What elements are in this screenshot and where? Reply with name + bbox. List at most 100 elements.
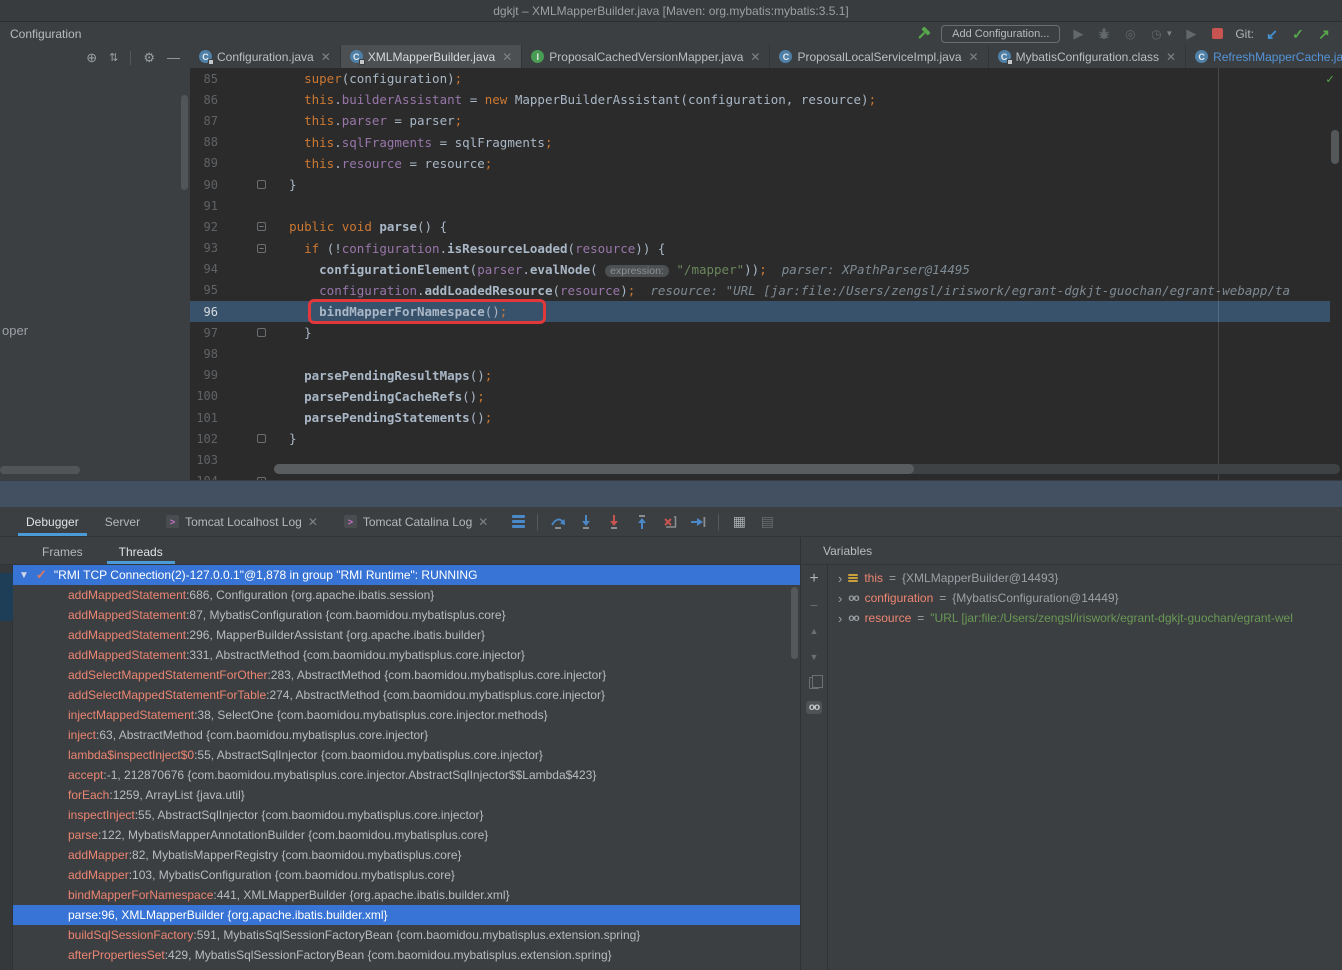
line-number[interactable]: 98 xyxy=(190,347,218,361)
line-number[interactable]: 100 xyxy=(190,389,218,403)
project-horizontal-scrollbar[interactable] xyxy=(0,466,80,474)
stack-frame-row[interactable]: addMappedStatement:686, Configuration {o… xyxy=(13,585,800,605)
stack-frame-row[interactable]: inject:63, AbstractMethod {com.baomidou.… xyxy=(13,725,800,745)
chevron-right-icon[interactable]: › xyxy=(838,611,842,626)
restore-layout-icon[interactable]: ▤ xyxy=(759,514,775,530)
stop-button[interactable] xyxy=(1209,26,1225,42)
stack-frame-row[interactable]: inspectInject:55, AbstractSqlInjector {c… xyxy=(13,805,800,825)
editor-tab[interactable]: IProposalCachedVersionMapper.java✕ xyxy=(522,45,770,68)
stack-frame-row[interactable]: addSelectMappedStatementForTable:274, Ab… xyxy=(13,685,800,705)
stack-frame-row[interactable]: afterPropertiesSet:429, MybatisSqlSessio… xyxy=(13,945,800,965)
fold-marker-icon[interactable] xyxy=(257,180,266,189)
chevron-right-icon[interactable]: › xyxy=(838,571,842,586)
git-commit-icon[interactable]: ✓ xyxy=(1290,26,1306,42)
code-line[interactable]: 91 xyxy=(190,195,1342,216)
add-watch-icon[interactable]: + xyxy=(805,571,823,587)
line-number[interactable]: 93 xyxy=(190,241,218,255)
run-icon[interactable]: ▶ xyxy=(1070,26,1086,42)
debug-stripe-button[interactable] xyxy=(0,573,13,621)
show-watches-icon[interactable]: oo xyxy=(806,701,822,714)
collapse-all-icon[interactable]: ⇅ xyxy=(109,51,118,64)
close-icon[interactable]: ✕ xyxy=(750,50,760,64)
locate-icon[interactable]: ⊕ xyxy=(86,50,97,66)
line-number[interactable]: 99 xyxy=(190,368,218,382)
fold-marker-icon[interactable]: − xyxy=(257,222,266,231)
code-line[interactable]: 92− public void parse() { xyxy=(190,216,1342,237)
editor-tab[interactable]: CMybatisConfiguration.class✕ xyxy=(989,45,1186,68)
thread-row[interactable]: ▼✓"RMI TCP Connection(2)-127.0.0.1"@1,87… xyxy=(13,565,800,585)
close-icon[interactable]: ✕ xyxy=(321,50,331,64)
stack-frame-row[interactable]: lambda$inspectInject$0:55, AbstractSqlIn… xyxy=(13,745,800,765)
git-update-icon[interactable]: ↙ xyxy=(1264,26,1280,42)
profiler-icon[interactable]: ◷ ▼ xyxy=(1148,26,1173,42)
editor-tab[interactable]: CProposalLocalServiceImpl.java✕ xyxy=(770,45,988,68)
evaluate-expression-icon[interactable]: ▦ xyxy=(731,514,747,530)
editor-tab[interactable]: CXMLMapperBuilder.java✕ xyxy=(341,45,522,68)
stack-frame-row[interactable]: parse:96, XMLMapperBuilder {org.apache.i… xyxy=(13,905,800,925)
hamburger-menu-icon[interactable] xyxy=(512,515,525,528)
close-icon[interactable]: ✕ xyxy=(308,515,318,529)
step-into-icon[interactable] xyxy=(578,514,594,530)
move-down-icon[interactable]: ▼ xyxy=(805,649,823,665)
line-number[interactable]: 103 xyxy=(190,453,218,467)
line-number[interactable]: 91 xyxy=(190,199,218,213)
code-line[interactable]: 86 this.builderAssistant = new MapperBui… xyxy=(190,89,1342,110)
code-editor[interactable]: 85 super(configuration);86 this.builderA… xyxy=(190,68,1342,480)
git-push-icon[interactable]: ↗ xyxy=(1316,26,1332,42)
stack-frame-row[interactable]: buildSqlSessionFactory:591, MybatisSqlSe… xyxy=(13,925,800,945)
hide-panel-icon[interactable]: — xyxy=(167,50,180,65)
code-line[interactable]: 102 } xyxy=(190,428,1342,449)
editor-debugger-splitter[interactable] xyxy=(0,480,1342,507)
stack-frame-row[interactable]: addMappedStatement:296, MapperBuilderAss… xyxy=(13,625,800,645)
add-configuration-button[interactable]: Add Configuration... xyxy=(941,25,1060,43)
fold-marker-icon[interactable]: + xyxy=(257,477,266,480)
line-number[interactable]: 86 xyxy=(190,93,218,107)
code-line[interactable]: 94 configurationElement(parser.evalNode(… xyxy=(190,259,1342,280)
stack-frame-row[interactable]: addMapper:82, MybatisMapperRegistry {com… xyxy=(13,845,800,865)
debug-bug-icon[interactable] xyxy=(1096,26,1112,42)
line-number[interactable]: 101 xyxy=(190,411,218,425)
settings-gear-icon[interactable]: ⚙ xyxy=(143,50,155,66)
force-step-into-icon[interactable] xyxy=(606,514,622,530)
drop-frame-icon[interactable] xyxy=(662,514,678,530)
project-vertical-scrollbar[interactable] xyxy=(181,95,188,190)
stack-frame-row[interactable]: addMappedStatement:331, AbstractMethod {… xyxy=(13,645,800,665)
stack-frame-row[interactable]: accept:-1, 212870676 {com.baomidou.mybat… xyxy=(13,765,800,785)
coverage-icon[interactable]: ◎ xyxy=(1122,26,1138,42)
line-number[interactable]: 89 xyxy=(190,156,218,170)
variable-row[interactable]: ›ooresource = "URL [jar:file:/Users/zeng… xyxy=(828,608,1342,628)
remove-watch-icon[interactable]: − xyxy=(805,597,823,613)
debug-tab-tomcat-localhost-log[interactable]: >Tomcat Localhost Log✕ xyxy=(154,507,330,536)
close-icon[interactable]: ✕ xyxy=(1166,50,1176,64)
line-number[interactable]: 94 xyxy=(190,262,218,276)
editor-tab[interactable]: CConfiguration.java✕ xyxy=(190,45,341,68)
code-line[interactable]: 96 bindMapperForNamespace(); xyxy=(190,301,1330,322)
line-number[interactable]: 87 xyxy=(190,114,218,128)
step-out-icon[interactable] xyxy=(634,514,650,530)
stack-frame-row[interactable]: injectMappedStatement:38, SelectOne {com… xyxy=(13,705,800,725)
line-number[interactable]: 90 xyxy=(190,178,218,192)
variable-row[interactable]: ›ooconfiguration = {MybatisConfiguration… xyxy=(828,588,1342,608)
line-number[interactable]: 92 xyxy=(190,220,218,234)
run-secondary-icon[interactable]: ▶ xyxy=(1183,26,1199,42)
tab-frames[interactable]: Frames xyxy=(28,540,97,564)
code-line[interactable]: 89 this.resource = resource; xyxy=(190,153,1342,174)
debug-tab-server[interactable]: Server xyxy=(93,507,152,536)
code-line[interactable]: 101 parsePendingStatements(); xyxy=(190,407,1342,428)
editor-tab[interactable]: CRefreshMapperCache.java✕ xyxy=(1186,45,1342,68)
close-icon[interactable]: ✕ xyxy=(969,50,979,64)
build-hammer-icon[interactable] xyxy=(915,26,931,42)
line-number[interactable]: 88 xyxy=(190,135,218,149)
variable-row[interactable]: ›this = {XMLMapperBuilder@14493} xyxy=(828,568,1342,588)
stack-frame-row[interactable]: addSelectMappedStatementForOther:283, Ab… xyxy=(13,665,800,685)
line-number[interactable]: 97 xyxy=(190,326,218,340)
debug-tab-debugger[interactable]: Debugger xyxy=(14,507,91,536)
chevron-down-icon[interactable]: ▼ xyxy=(19,570,29,581)
line-number[interactable]: 95 xyxy=(190,283,218,297)
code-line[interactable]: 93− if (!configuration.isResourceLoaded(… xyxy=(190,238,1342,259)
stack-frame-row[interactable]: bindMapperForNamespace:441, XMLMapperBui… xyxy=(13,885,800,905)
tab-threads[interactable]: Threads xyxy=(105,540,177,564)
line-number[interactable]: 102 xyxy=(190,432,218,446)
stack-frame-row[interactable]: addMappedStatement:87, MybatisConfigurat… xyxy=(13,605,800,625)
editor-horizontal-scrollbar[interactable] xyxy=(274,464,1340,474)
